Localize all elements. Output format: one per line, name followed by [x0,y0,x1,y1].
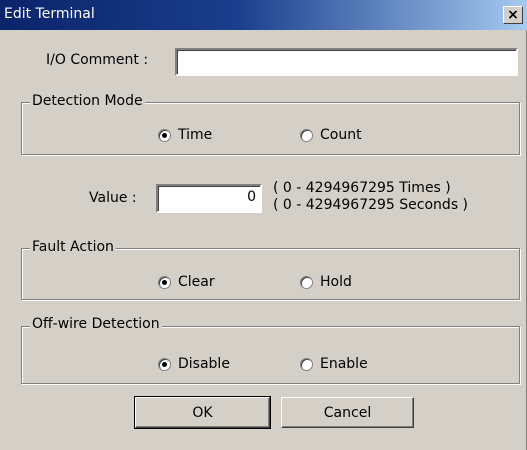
fault-action-group [21,248,520,300]
radio-clear-indicator [158,275,171,289]
offwire-detection-group [21,326,520,384]
radio-hold-indicator [300,275,313,289]
radio-disable-label: Disable [178,356,230,372]
radio-count-indicator [300,128,313,142]
radio-time[interactable]: Time [158,127,212,143]
close-button[interactable]: × [503,6,523,24]
cancel-button[interactable]: Cancel [281,397,414,428]
radio-hold[interactable]: Hold [300,274,352,290]
io-comment-input[interactable] [175,48,518,76]
value-label: Value : [89,190,137,206]
radio-time-indicator [158,128,171,142]
radio-count[interactable]: Count [300,127,362,143]
title-bar[interactable]: Edit Terminal × [0,0,527,30]
fault-action-legend: Fault Action [30,239,116,255]
radio-time-label: Time [178,127,213,143]
radio-clear[interactable]: Clear [158,274,215,290]
range-seconds-text: ( 0 - 4294967295 Seconds ) [273,197,469,213]
value-input[interactable]: 0 [156,184,262,213]
radio-enable-indicator [300,357,313,371]
cancel-button-label: Cancel [323,404,372,421]
ok-button-label: OK [192,404,213,421]
radio-count-label: Count [320,127,362,143]
detection-mode-group [21,102,520,155]
radio-disable[interactable]: Disable [158,356,230,372]
detection-mode-legend: Detection Mode [30,93,145,109]
radio-disable-indicator [158,357,171,371]
close-icon: × [507,7,519,23]
ok-button[interactable]: OK [134,396,271,429]
offwire-detection-legend: Off-wire Detection [30,316,162,332]
edit-terminal-dialog: Edit Terminal × I/O Comment : Detection … [0,0,527,450]
radio-enable[interactable]: Enable [300,356,368,372]
value-input-text: 0 [247,189,256,205]
radio-enable-label: Enable [320,356,368,372]
radio-hold-label: Hold [320,274,352,290]
radio-clear-label: Clear [178,274,215,290]
range-times-text: ( 0 - 4294967295 Times ) [273,180,451,196]
window-title: Edit Terminal [4,6,95,22]
io-comment-label: I/O Comment : [46,52,149,68]
